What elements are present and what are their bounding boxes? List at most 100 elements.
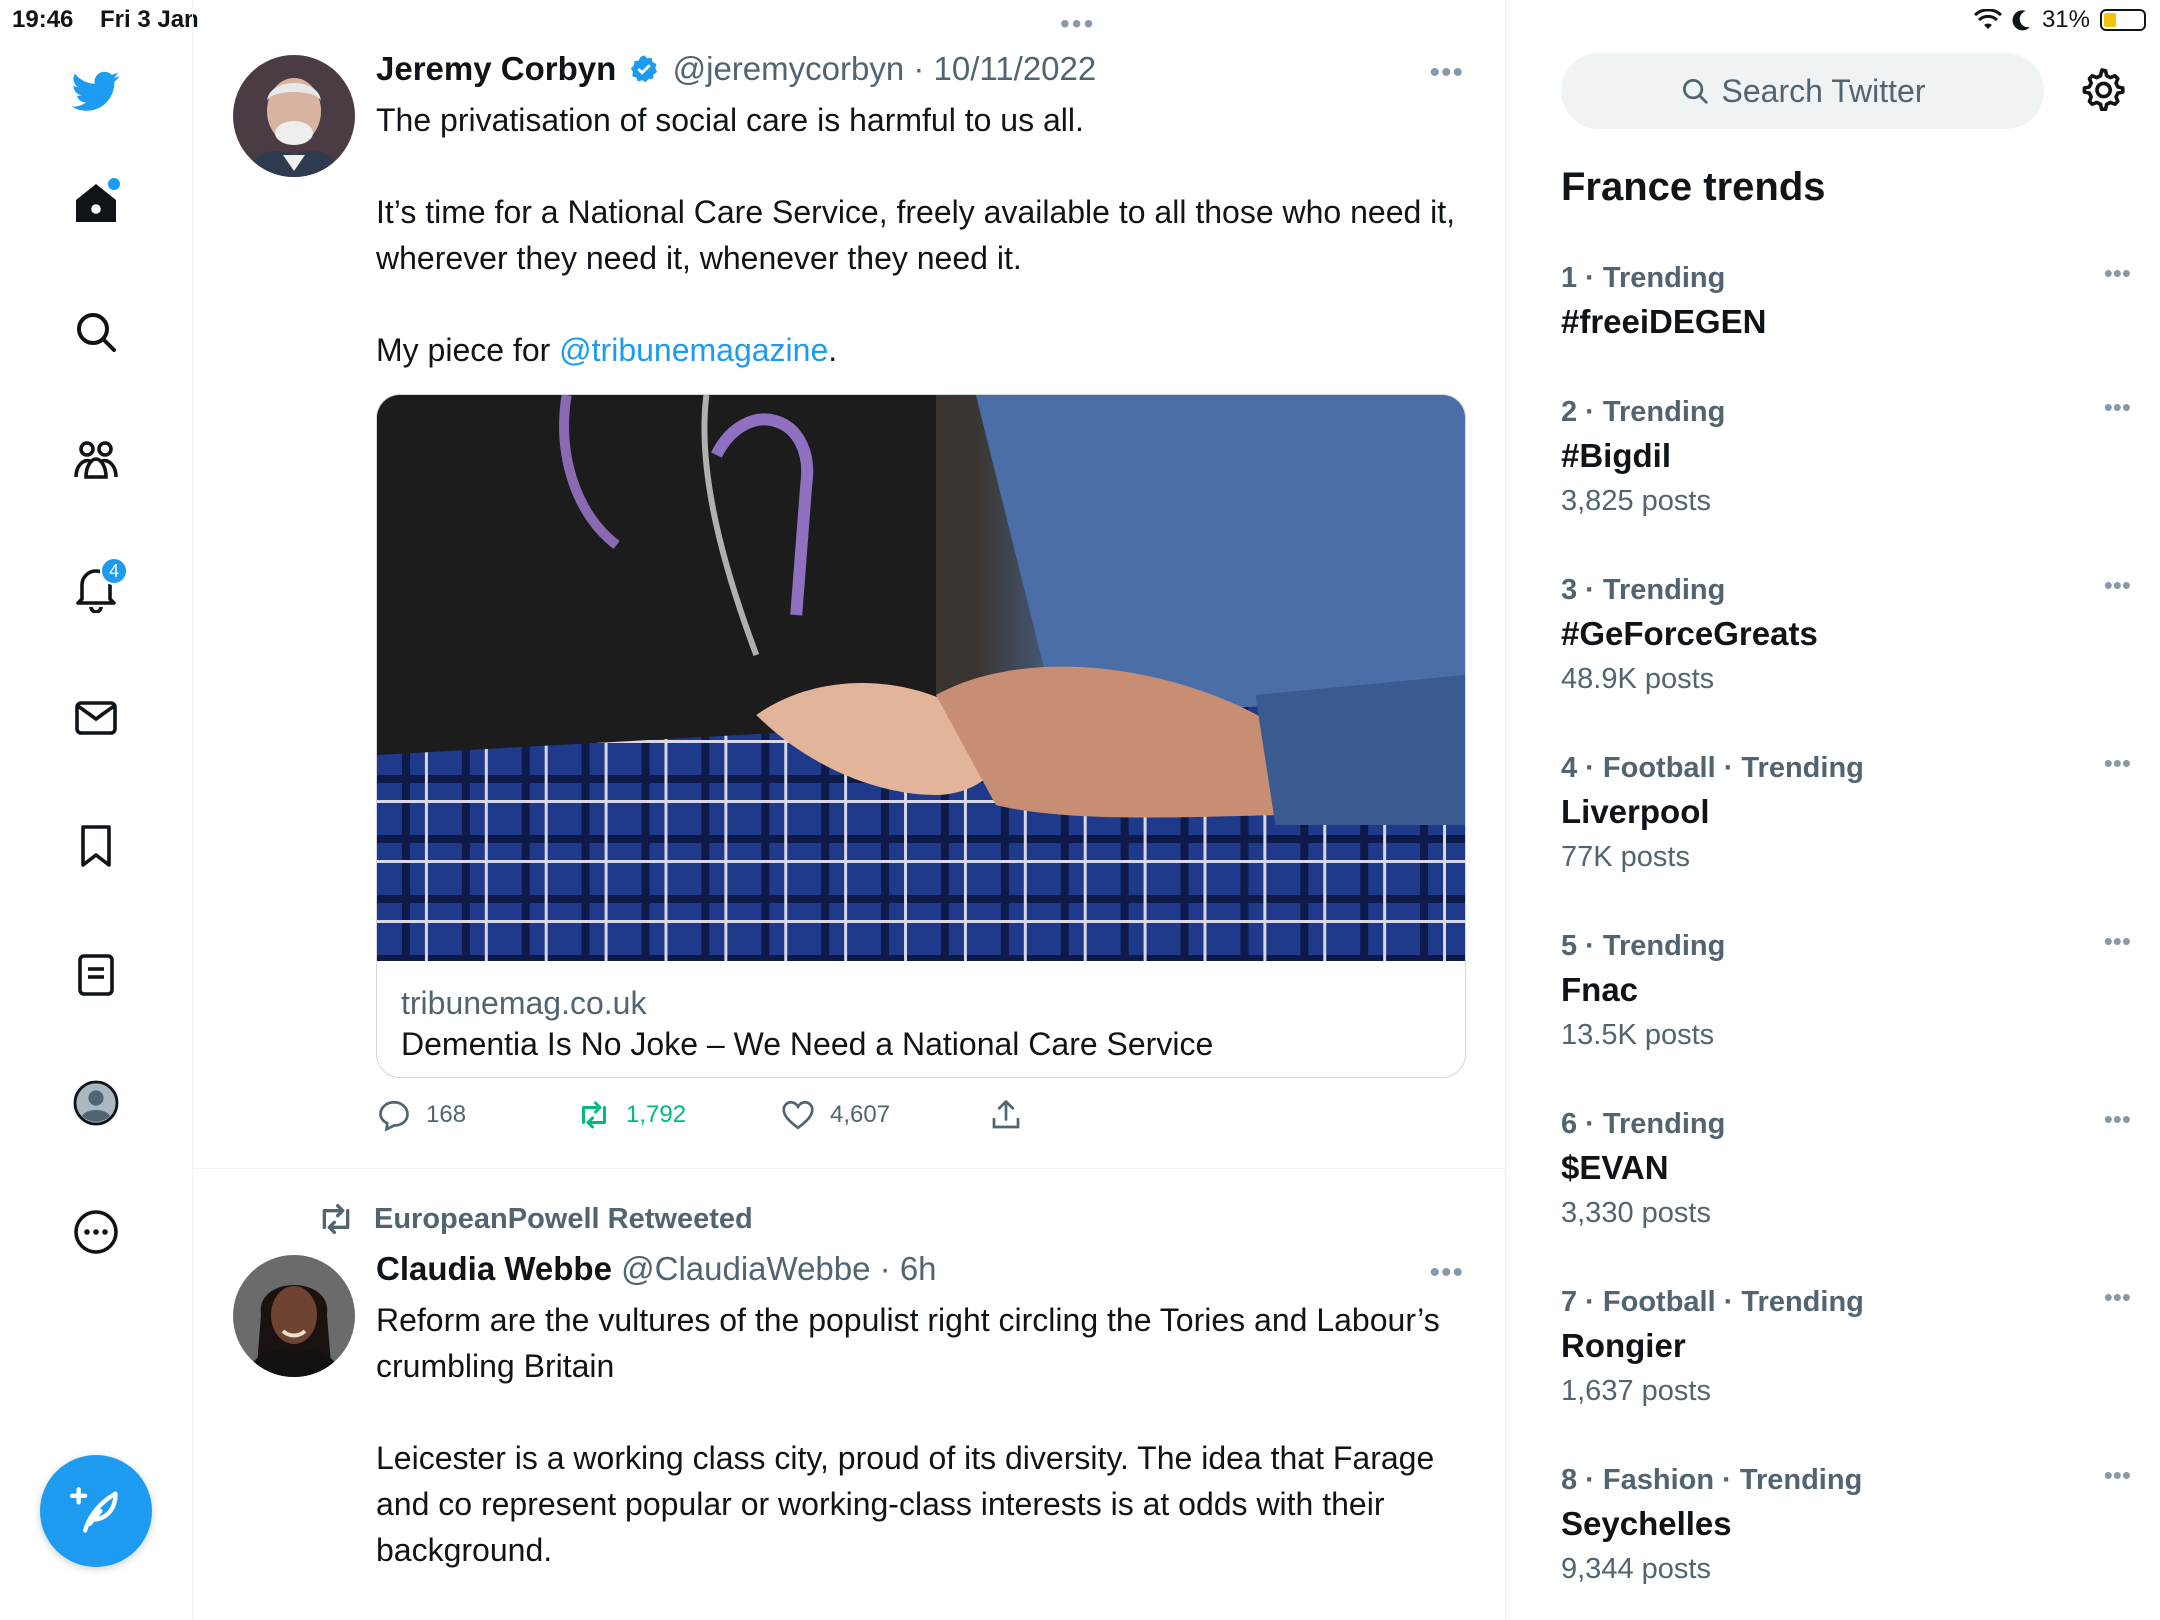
- tweet-text: Reform are the vultures of the populist …: [376, 1297, 1456, 1573]
- trend-item[interactable]: 5 · Trending Fnac 13.5K posts •••: [1561, 926, 2131, 1052]
- search-input[interactable]: Search Twitter: [1561, 53, 2044, 129]
- trend-name: #GeForceGreats: [1561, 615, 1818, 652]
- trend-item[interactable]: 4 · Football · Trending Liverpool 77K po…: [1561, 748, 2131, 874]
- like-button[interactable]: 4,607: [780, 1097, 988, 1133]
- mail-icon: [75, 701, 117, 735]
- trend-item[interactable]: 8 · Fashion · Trending Seychelles 9,344 …: [1561, 1460, 2131, 1586]
- retweet-icon: [322, 1204, 350, 1234]
- separator-dot: ·: [913, 50, 925, 87]
- nav-notifications[interactable]: 4: [60, 553, 132, 625]
- more-circle-icon: [74, 1210, 118, 1254]
- nav-home[interactable]: [60, 168, 132, 240]
- timeline: Jeremy Corbyn @jeremycorbyn · 10/11/2022…: [193, 0, 1506, 1620]
- trend-more-button[interactable]: •••: [2104, 1104, 2131, 1135]
- trend-name: #Bigdil: [1561, 437, 1672, 474]
- trend-context: 3 · Trending: [1561, 574, 1726, 606]
- separator-dot: ·: [879, 1250, 891, 1287]
- author-handle[interactable]: @ClaudiaWebbe: [621, 1250, 870, 1287]
- trend-more-button[interactable]: •••: [2104, 570, 2131, 601]
- trend-more-button[interactable]: •••: [2104, 1282, 2131, 1313]
- tweet-date[interactable]: 6h: [900, 1250, 937, 1287]
- trend-context: 8 · Fashion · Trending: [1561, 1464, 1863, 1496]
- trend-count: 13.5K posts: [1561, 1019, 1715, 1051]
- tweet-paragraph: The privatisation of social care is harm…: [376, 102, 1084, 138]
- nav-communities[interactable]: [60, 425, 132, 497]
- lists-icon: [78, 954, 114, 996]
- like-count: 4,607: [830, 1101, 891, 1128]
- communities-icon: [74, 441, 118, 479]
- retweeted-by-label: EuropeanPowell Retweeted: [374, 1202, 753, 1235]
- trend-more-button[interactable]: •••: [2104, 748, 2131, 779]
- tweet-header: Claudia Webbe @ClaudiaWebbe · 6h: [376, 1250, 937, 1288]
- twitter-logo-icon[interactable]: [60, 55, 132, 127]
- gear-icon[interactable]: [2078, 66, 2126, 114]
- trends-title: France trends: [1561, 165, 1826, 209]
- trend-more-button[interactable]: •••: [2104, 392, 2131, 423]
- reply-button[interactable]: 168: [376, 1097, 576, 1133]
- tweet-paragraph: It’s time for a National Care Service, f…: [376, 194, 1456, 276]
- retweet-icon: [582, 1101, 606, 1129]
- author-name[interactable]: Claudia Webbe: [376, 1250, 612, 1287]
- tweet-paragraph: Reform are the vultures of the populist …: [376, 1302, 1440, 1384]
- trend-count: 9,344 posts: [1561, 1553, 1711, 1585]
- tweet-date[interactable]: 10/11/2022: [934, 50, 1097, 87]
- nav-profile[interactable]: [60, 1067, 132, 1139]
- retweeted-by[interactable]: EuropeanPowell Retweeted: [316, 1199, 753, 1239]
- trend-count: 3,330 posts: [1561, 1197, 1711, 1229]
- trend-item[interactable]: 1 · Trending #freeiDEGEN •••: [1561, 258, 2131, 341]
- tweet-more-button[interactable]: •••: [1429, 1256, 1464, 1290]
- trend-more-button[interactable]: •••: [2104, 1460, 2131, 1491]
- trend-more-button[interactable]: •••: [2104, 258, 2131, 289]
- link-card-title: Dementia Is No Joke – We Need a National…: [401, 1026, 1214, 1062]
- left-nav: 4: [0, 0, 193, 1620]
- nav-more[interactable]: [60, 1196, 132, 1268]
- nav-bookmarks[interactable]: [60, 810, 132, 882]
- trend-name: Fnac: [1561, 971, 1639, 1008]
- author-name[interactable]: Jeremy Corbyn: [376, 50, 616, 87]
- heart-icon: [782, 1100, 814, 1130]
- share-icon: [992, 1100, 1020, 1129]
- trend-count: 48.9K posts: [1561, 663, 1715, 695]
- link-card-image: [377, 395, 1465, 961]
- retweet-button[interactable]: 1,792: [576, 1097, 780, 1133]
- search-icon: [77, 313, 116, 352]
- trend-count: 3,825 posts: [1561, 485, 1711, 517]
- home-new-dot: [108, 178, 120, 190]
- trend-name: $EVAN: [1561, 1149, 1669, 1186]
- bookmark-icon: [81, 825, 111, 867]
- trend-context: 1 · Trending: [1561, 262, 1726, 294]
- avatar[interactable]: [233, 55, 355, 177]
- trend-item[interactable]: 7 · Football · Trending Rongier 1,637 po…: [1561, 1282, 2131, 1408]
- tweet[interactable]: Jeremy Corbyn @jeremycorbyn · 10/11/2022…: [193, 0, 1506, 1168]
- tweet[interactable]: EuropeanPowell Retweeted Claudia Webbe @…: [193, 1169, 1506, 1620]
- trend-name: Rongier: [1561, 1327, 1686, 1364]
- tweet-more-button[interactable]: •••: [1429, 56, 1464, 90]
- verified-badge-icon: [631, 55, 658, 83]
- mention-link[interactable]: @tribunemagazine: [559, 332, 828, 368]
- piece-prefix: My piece for: [376, 332, 560, 368]
- tweet-paragraph: My piece for @tribunemagazine.: [376, 327, 1456, 373]
- trend-context: 5 · Trending: [1561, 930, 1726, 962]
- trend-count: 1,637 posts: [1561, 1375, 1711, 1407]
- compose-tweet-button[interactable]: [40, 1455, 152, 1567]
- trend-item[interactable]: 2 · Trending #Bigdil 3,825 posts •••: [1561, 392, 2131, 518]
- nav-explore[interactable]: [60, 296, 132, 368]
- reply-icon: [379, 1100, 409, 1132]
- profile-avatar-icon: [73, 1080, 119, 1126]
- trend-context: 7 · Football · Trending: [1561, 1286, 1864, 1318]
- tweet-text: The privatisation of social care is harm…: [376, 97, 1456, 373]
- trend-count: 77K posts: [1561, 841, 1690, 873]
- trend-item[interactable]: 6 · Trending $EVAN 3,330 posts •••: [1561, 1104, 2131, 1230]
- trend-more-button[interactable]: •••: [2104, 926, 2131, 957]
- share-button[interactable]: [988, 1097, 1024, 1133]
- nav-lists[interactable]: [60, 939, 132, 1011]
- avatar[interactable]: [233, 1255, 355, 1377]
- trend-item[interactable]: 3 · Trending #GeForceGreats 48.9K posts …: [1561, 570, 2131, 696]
- search-icon: [1682, 79, 1708, 104]
- notification-badge: 4: [100, 557, 128, 585]
- trend-context: 4 · Football · Trending: [1561, 752, 1864, 784]
- nav-messages[interactable]: [60, 682, 132, 754]
- author-handle[interactable]: @jeremycorbyn: [673, 50, 905, 87]
- link-card[interactable]: tribunemag.co.uk Dementia Is No Joke – W…: [376, 394, 1466, 1078]
- link-card-domain: tribunemag.co.uk: [401, 985, 647, 1021]
